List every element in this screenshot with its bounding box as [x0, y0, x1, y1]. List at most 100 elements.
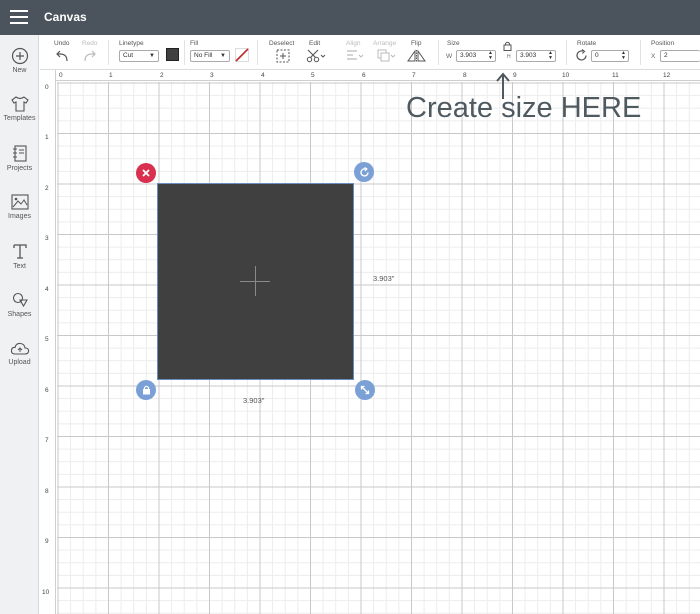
- rotate-handle[interactable]: [354, 162, 374, 182]
- ruler-number: 10: [562, 72, 570, 79]
- linetype-value: Cut: [123, 52, 134, 59]
- ruler-number: 12: [663, 72, 671, 79]
- flip-label: Flip: [411, 40, 422, 47]
- sidebar-label: Upload: [8, 359, 31, 366]
- linetype-label: Linetype: [119, 40, 144, 47]
- ruler-number: 1: [45, 134, 49, 141]
- spinner-icon[interactable]: ▲ ▼: [488, 51, 493, 61]
- height-input[interactable]: 3.903 ▲ ▼: [516, 50, 556, 62]
- width-input[interactable]: 3.903 ▲ ▼: [456, 50, 496, 62]
- linetype-select[interactable]: Cut ▼: [119, 50, 159, 62]
- width-dimension-label: 3.903": [243, 396, 265, 405]
- sidebar-item-images[interactable]: Images: [0, 193, 39, 220]
- sidebar-label: Text: [13, 263, 26, 270]
- x-position-input[interactable]: 2: [660, 50, 700, 62]
- sidebar-item-shapes[interactable]: Shapes: [0, 291, 39, 318]
- ruler-number: 2: [160, 72, 164, 79]
- flip-icon[interactable]: [407, 49, 429, 63]
- redo-label: Redo: [82, 40, 98, 47]
- no-fill-swatch-icon[interactable]: [235, 48, 249, 62]
- notebook-icon: [12, 145, 27, 162]
- sidebar-label: Projects: [6, 165, 33, 172]
- ruler-number: 8: [45, 488, 49, 495]
- ruler-number: 1: [109, 72, 113, 79]
- edit-label: Edit: [309, 40, 321, 47]
- horizontal-ruler: 0 1 2 3 4 5 6 7 8 9 10 11 12: [40, 70, 700, 81]
- cloud-upload-icon: [10, 342, 29, 355]
- rotate-icon: [359, 166, 369, 177]
- ruler-number: 6: [362, 72, 366, 79]
- sidebar-item-upload[interactable]: Upload: [0, 341, 39, 366]
- design-canvas[interactable]: [57, 82, 700, 614]
- sidebar-item-text[interactable]: Text: [0, 242, 39, 270]
- x-position-value: 2: [664, 52, 668, 59]
- edit-scissors-icon[interactable]: [306, 49, 326, 63]
- resize-handle[interactable]: [355, 380, 375, 400]
- toolbar-separator: [566, 40, 567, 65]
- rotate-label: Rotate: [577, 40, 597, 47]
- sidebar-item-new[interactable]: New: [0, 47, 39, 74]
- ruler-number: 10: [42, 589, 50, 596]
- toolbar-separator: [184, 40, 185, 65]
- ruler-number: 7: [45, 437, 49, 444]
- close-icon: [142, 169, 150, 177]
- deselect-label: Deselect: [269, 40, 295, 47]
- spinner-icon[interactable]: ▲ ▼: [548, 51, 553, 61]
- vertical-ruler: 0 1 2 3 4 5 6 7 8 9 10: [40, 70, 56, 614]
- toolbar-separator: [640, 40, 641, 65]
- ruler-number: 9: [513, 72, 517, 79]
- arrange-label: Arrange: [373, 40, 397, 47]
- sidebar-item-projects[interactable]: Projects: [0, 144, 39, 172]
- rotate-value: 0: [595, 52, 599, 59]
- rotate-icon: [576, 49, 587, 61]
- toolbar: Undo Redo Linetype Cut ▼ Fill No Fill ▼ De…: [40, 35, 700, 70]
- spinner-icon[interactable]: ▲ ▼: [621, 51, 626, 61]
- fill-select[interactable]: No Fill ▼: [190, 50, 230, 62]
- image-icon: [10, 194, 29, 210]
- ruler-number: 9: [45, 538, 49, 545]
- lock-proportions-handle[interactable]: [136, 380, 156, 400]
- ruler-number: 0: [45, 84, 49, 91]
- hamburger-menu-icon[interactable]: [10, 10, 28, 25]
- fill-value: No Fill: [194, 52, 213, 59]
- align-icon[interactable]: [346, 49, 364, 63]
- sidebar-label: Images: [8, 213, 31, 220]
- chevron-down-icon: ▼: [149, 53, 155, 59]
- ruler-number: 11: [612, 72, 619, 79]
- width-value: 3.903: [460, 52, 477, 59]
- fill-label: Fill: [190, 40, 199, 47]
- ruler-number: 8: [463, 72, 467, 79]
- undo-label: Undo: [54, 40, 70, 47]
- size-label: Size: [447, 40, 460, 47]
- width-label: W: [446, 53, 453, 60]
- height-dimension-label: 3.903": [373, 274, 395, 283]
- position-label: Position: [651, 40, 675, 47]
- sidebar-item-templates[interactable]: Templates: [0, 95, 39, 122]
- delete-handle[interactable]: [136, 163, 156, 183]
- align-label: Align: [346, 40, 361, 47]
- lock-icon[interactable]: [503, 41, 512, 51]
- resize-arrows-icon: [360, 385, 370, 395]
- ruler-number: 4: [261, 72, 265, 79]
- toolbar-separator: [438, 40, 439, 65]
- ruler-number: 6: [45, 387, 49, 394]
- linetype-color-swatch[interactable]: [166, 48, 179, 61]
- rotate-input[interactable]: 0 ▲ ▼: [591, 50, 629, 62]
- redo-icon[interactable]: [82, 49, 98, 63]
- shirt-icon: [10, 96, 29, 112]
- height-label: H: [507, 54, 511, 60]
- center-crosshair: [255, 266, 256, 296]
- text-T-icon: [12, 244, 27, 259]
- ruler-number: 5: [311, 72, 315, 79]
- x-label: X: [651, 53, 656, 60]
- deselect-icon[interactable]: [276, 49, 290, 63]
- arrange-icon[interactable]: [377, 49, 397, 63]
- sidebar: New Templates Projects Images Text Shape…: [0, 35, 39, 614]
- ruler-number: 2: [45, 185, 49, 192]
- sidebar-label: New: [12, 67, 27, 74]
- undo-icon[interactable]: [54, 49, 70, 63]
- ruler-number: 4: [45, 286, 49, 293]
- height-value: 3.903: [520, 52, 537, 59]
- toolbar-separator: [257, 40, 258, 65]
- annotation-text: Create size HERE: [406, 92, 642, 124]
